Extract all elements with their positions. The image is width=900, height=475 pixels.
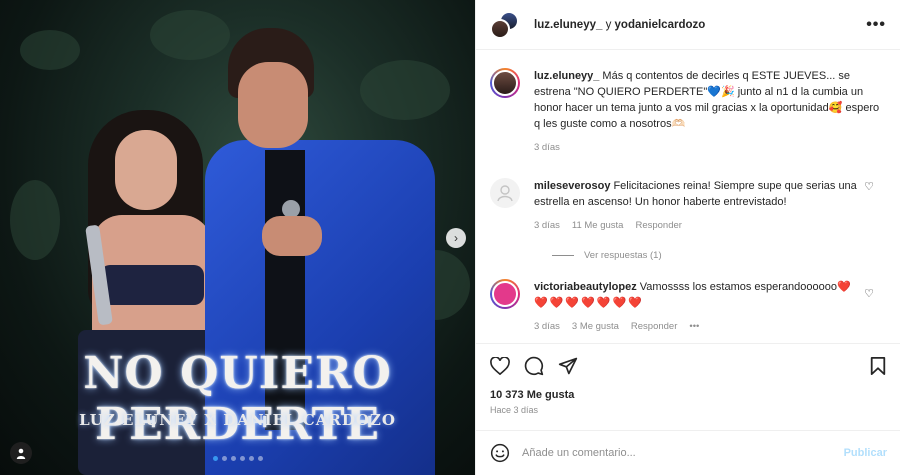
default-avatar-icon	[497, 185, 513, 202]
share-icon[interactable]	[558, 356, 578, 376]
comments-list: luz.eluneyy_ Más q contentos de decirles …	[476, 50, 900, 335]
comment-username[interactable]: victoriabeautylopez	[534, 281, 637, 293]
post-modal: NO QUIERO PERDERTE LUZ ELUNEY X DANIEL C…	[0, 0, 900, 475]
post-media[interactable]: NO QUIERO PERDERTE LUZ ELUNEY X DANIEL C…	[0, 0, 475, 475]
carousel-indicator	[213, 456, 263, 461]
tagged-users-button[interactable]	[10, 442, 32, 464]
divider	[552, 255, 574, 256]
background-foliage	[10, 180, 60, 260]
emoji-icon[interactable]	[490, 443, 510, 463]
comment-composer: Publicar	[476, 430, 900, 475]
user-icon	[16, 448, 26, 459]
author-link[interactable]: yodanielcardozo	[615, 19, 706, 31]
carousel-dot	[222, 456, 227, 461]
like-comment-icon[interactable]: ♡	[864, 180, 874, 193]
post-authors: luz.eluneyy_ y yodanielcardozo	[534, 19, 705, 31]
author-link[interactable]: luz.eluneyy_	[534, 19, 602, 31]
comment-icon[interactable]	[524, 356, 544, 376]
reply-button[interactable]: Responder	[631, 319, 677, 335]
comment-emoji: ❤️❤️❤️❤️❤️❤️❤️	[534, 297, 644, 309]
more-options-icon[interactable]: •••	[689, 319, 699, 335]
singer-girl-face	[115, 130, 177, 210]
bookmark-icon[interactable]	[869, 356, 887, 376]
heart-icon[interactable]	[490, 357, 510, 375]
post-details-panel: luz.eluneyy_ y yodanielcardozo ••• luz.e…	[475, 0, 900, 475]
comment-item: mileseverosoy Felicitaciones reina! Siemp…	[490, 178, 886, 234]
post-header: luz.eluneyy_ y yodanielcardozo •••	[476, 0, 900, 50]
singer-girl-top	[100, 265, 204, 305]
comment-item: victoriabeautylopez Vamossss los estamos …	[490, 279, 886, 335]
poster-subtitle: LUZ ELUNEY X DANIEL CARDOZO	[79, 411, 396, 429]
carousel-dot	[231, 456, 236, 461]
comment-time[interactable]: 3 días	[534, 218, 560, 234]
caption-username[interactable]: luz.eluneyy_	[534, 70, 599, 82]
authors-joiner: y	[602, 18, 615, 31]
comment-input[interactable]	[522, 447, 844, 459]
background-foliage	[360, 60, 450, 120]
comment-likes[interactable]: 11 Me gusta	[572, 218, 624, 234]
comment-username[interactable]: mileseverosoy	[534, 180, 610, 192]
chevron-right-icon: ›	[454, 231, 458, 245]
comment-likes[interactable]: 3 Me gusta	[572, 319, 619, 335]
poster-title: NO QUIERO PERDERTE	[83, 348, 392, 450]
pointing-hand	[262, 216, 322, 256]
more-horizontal-icon[interactable]: •••	[866, 16, 886, 34]
caption-time[interactable]: 3 días	[534, 140, 560, 156]
collab-avatars[interactable]	[490, 10, 520, 39]
likes-count[interactable]: 10 373 Me gusta	[490, 389, 887, 401]
avatar[interactable]	[490, 178, 520, 208]
carousel-dot	[213, 456, 218, 461]
reply-button[interactable]: Responder	[635, 218, 681, 234]
view-replies-label: Ver respuestas (1)	[584, 250, 662, 261]
comment-text: Vamossss los estamos esperandoooooo❤️	[639, 281, 851, 293]
avatar	[490, 18, 510, 39]
carousel-dot	[249, 456, 254, 461]
singer-man-face	[238, 62, 308, 148]
caption: luz.eluneyy_ Más q contentos de decirles …	[490, 68, 886, 156]
avatar[interactable]	[490, 68, 520, 98]
carousel-dot	[240, 456, 245, 461]
comment-time[interactable]: 3 días	[534, 319, 560, 335]
carousel-dot	[258, 456, 263, 461]
background-foliage	[150, 10, 230, 60]
post-actions: 10 373 Me gusta Hace 3 días	[476, 343, 900, 415]
avatar[interactable]	[490, 279, 520, 309]
publish-button[interactable]: Publicar	[844, 447, 887, 459]
carousel-next-button[interactable]: ›	[446, 228, 466, 248]
post-age[interactable]: Hace 3 días	[490, 405, 887, 415]
background-foliage	[20, 30, 80, 70]
view-replies-button[interactable]: Ver respuestas (1)	[552, 250, 886, 261]
like-comment-icon[interactable]: ♡	[864, 287, 874, 300]
